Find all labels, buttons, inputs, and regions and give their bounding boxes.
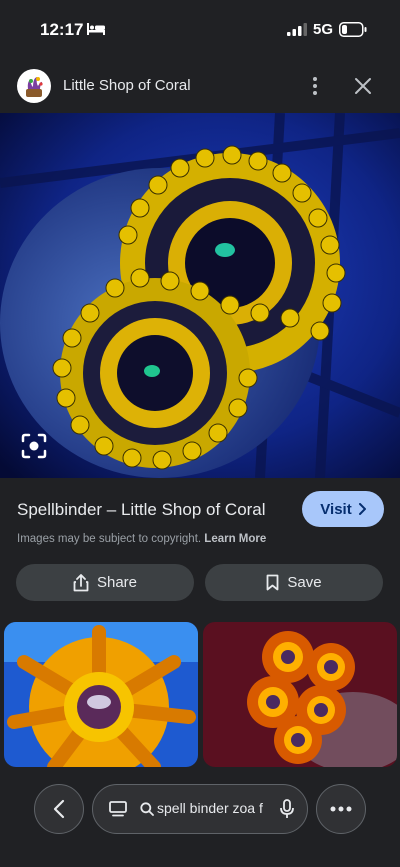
search-bar[interactable]: spell binder zoa f [92, 784, 308, 834]
share-button[interactable]: Share [16, 564, 194, 601]
source-header: Little Shop of Coral [0, 64, 400, 108]
visit-button[interactable]: Visit [302, 491, 384, 527]
search-query[interactable]: spell binder zoa f [157, 800, 283, 820]
related-image-1[interactable] [4, 622, 198, 767]
chevron-right-icon [358, 503, 366, 515]
signal-icon [287, 23, 307, 36]
network-label: 5G [313, 21, 334, 38]
status-bar: 12:17 5G [0, 0, 400, 60]
learn-more-link[interactable]: Learn More [204, 533, 266, 545]
more-horiz-button[interactable] [316, 784, 366, 834]
search-icon [140, 802, 154, 816]
save-button[interactable]: Save [205, 564, 383, 601]
related-image-2[interactable] [203, 622, 397, 767]
close-icon[interactable] [351, 74, 375, 98]
site-name[interactable]: Little Shop of Coral [63, 77, 191, 94]
back-button[interactable] [34, 784, 84, 834]
bookmark-icon [266, 574, 279, 591]
result-title: Spellbinder – Little Shop of Coral [17, 500, 266, 519]
lens-icon[interactable] [20, 432, 48, 460]
main-coral-image[interactable] [0, 113, 400, 478]
more-vert-icon[interactable] [303, 74, 327, 98]
copyright-notice: Images may be subject to copyright. Lear… [17, 533, 266, 545]
share-label: Share [96, 574, 138, 591]
copyright-text: Images may be subject to copyright. [17, 533, 202, 545]
visit-label: Visit [320, 500, 352, 518]
status-time: 12:17 [40, 20, 84, 39]
tabs-icon[interactable] [108, 799, 128, 819]
site-logo[interactable] [17, 69, 51, 103]
share-icon [73, 573, 89, 591]
save-label: Save [287, 574, 322, 591]
bed-icon [87, 23, 105, 35]
mic-icon[interactable] [279, 799, 295, 819]
bottom-toolbar: spell binder zoa f [0, 767, 400, 867]
chevron-left-icon [53, 799, 65, 819]
more-horiz-icon [330, 806, 352, 812]
battery-icon [339, 22, 367, 37]
